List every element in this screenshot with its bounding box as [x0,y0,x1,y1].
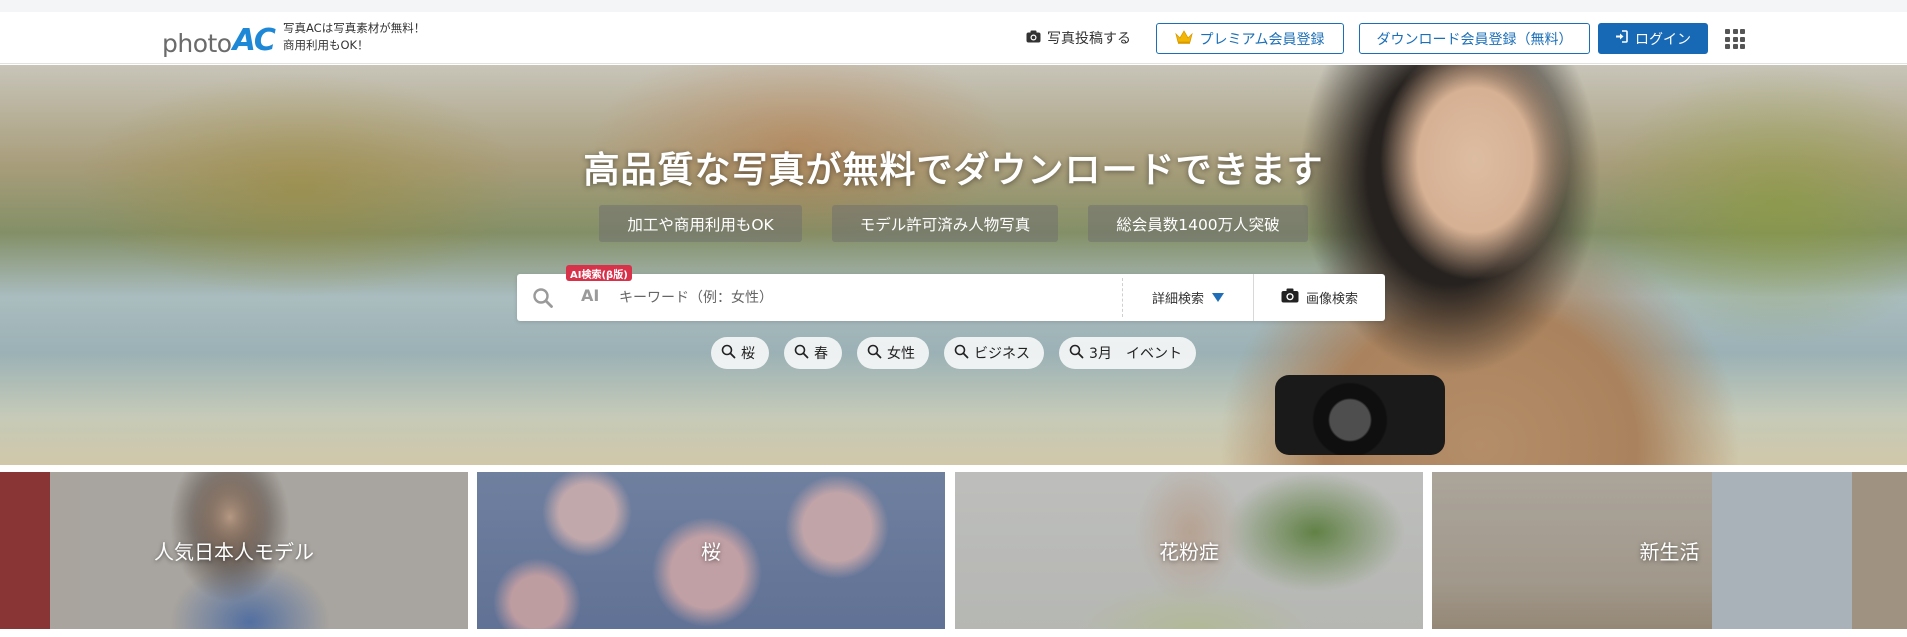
site-header: photo AC 写真ACは写真素材が無料！ 商用利用もOK！ 写真投稿する プ… [0,12,1907,64]
category-tile-sakura[interactable]: 桜 [477,472,945,629]
hero-title: 高品質な写真が無料でダウンロードできます [583,150,1324,191]
search-icon [794,344,809,363]
search-icon [721,344,736,363]
popular-tag[interactable]: ビジネス [944,337,1045,369]
free-download-register-label: ダウンロード会員登録（無料） [1376,31,1573,48]
login-label: ログイン [1635,31,1691,48]
popular-tag-label: 桜 [741,346,756,362]
image-search-button[interactable]: 画像検索 [1253,274,1385,321]
popular-tag-label: 女性 [887,346,916,362]
logo-ac-text: AC [232,23,276,58]
popular-tag[interactable]: 3月 イベント [1059,337,1196,369]
popular-tag[interactable]: 桜 [711,337,770,369]
top-strip [0,0,1907,12]
tagline-line-1: 写真ACは写真素材が無料！ [283,21,426,35]
sign-in-icon [1615,30,1628,47]
ai-icon: AI [581,286,600,305]
camera-icon [1026,30,1041,47]
post-photo-label: 写真投稿する [1047,31,1131,47]
free-download-register-button[interactable]: ダウンロード会員登録（無料） [1359,23,1590,54]
search-bar: AI検索(β版) AI 詳細検索 画像検索 [517,265,1385,321]
popular-tags: 桜 春 女性 ビジネス 3月 イベント [0,337,1907,369]
popular-tag-label: 3月 イベント [1089,346,1182,362]
feature-pills: 加工や商用利用もOK モデル許可済み人物写真 総会員数1400万人突破 [0,205,1907,242]
search-icon [1069,344,1084,363]
category-label: 花粉症 [1159,540,1219,564]
popular-tag[interactable]: 春 [784,337,843,369]
ai-search-beta-badge: AI検索(β版) [566,265,632,281]
category-tile-new-life[interactable]: 新生活 [1432,472,1907,629]
site-logo[interactable]: photo AC [162,22,276,58]
site-tagline: 写真ACは写真素材が無料！ 商用利用もOK！ [283,20,425,54]
apps-grid-icon[interactable] [1725,29,1745,49]
search-icon [867,344,882,363]
category-tiles: 人気日本人モデル 桜 花粉症 新生活 [0,472,1907,629]
popular-tag-label: ビジネス [974,346,1031,362]
post-photo-link[interactable]: 写真投稿する [1026,28,1131,48]
category-label: 新生活 [1639,540,1700,564]
feature-pill: 総会員数1400万人突破 [1088,205,1308,242]
logo-photo-text: photo [162,29,232,58]
caret-down-icon [1212,293,1224,302]
category-label: 桜 [701,540,721,564]
login-button[interactable]: ログイン [1598,23,1708,54]
advanced-search-toggle[interactable]: 詳細検索 [1123,274,1253,321]
advanced-search-label: 詳細検索 [1151,292,1204,307]
search-input[interactable] [619,282,1109,313]
camera-icon [1281,288,1299,307]
hero-banner: 高品質な写真が無料でダウンロードできます 加工や商用利用もOK モデル許可済み人… [0,65,1907,465]
popular-tag[interactable]: 女性 [857,337,930,369]
premium-register-button[interactable]: プレミアム会員登録 [1156,23,1344,54]
category-label: 人気日本人モデル [154,540,314,564]
category-tile-hay-fever[interactable]: 花粉症 [955,472,1423,629]
feature-pill: モデル許可済み人物写真 [831,205,1059,242]
crown-icon [1175,29,1194,48]
search-icon [954,344,969,363]
premium-register-label: プレミアム会員登録 [1199,31,1325,48]
search-icon[interactable] [532,287,554,309]
feature-pill: 加工や商用利用もOK [599,205,802,242]
category-tile-popular-models[interactable]: 人気日本人モデル [0,472,468,629]
popular-tag-label: 春 [814,346,829,362]
tagline-line-2: 商用利用もOK！ [283,38,369,52]
image-search-label: 画像検索 [1305,292,1358,307]
